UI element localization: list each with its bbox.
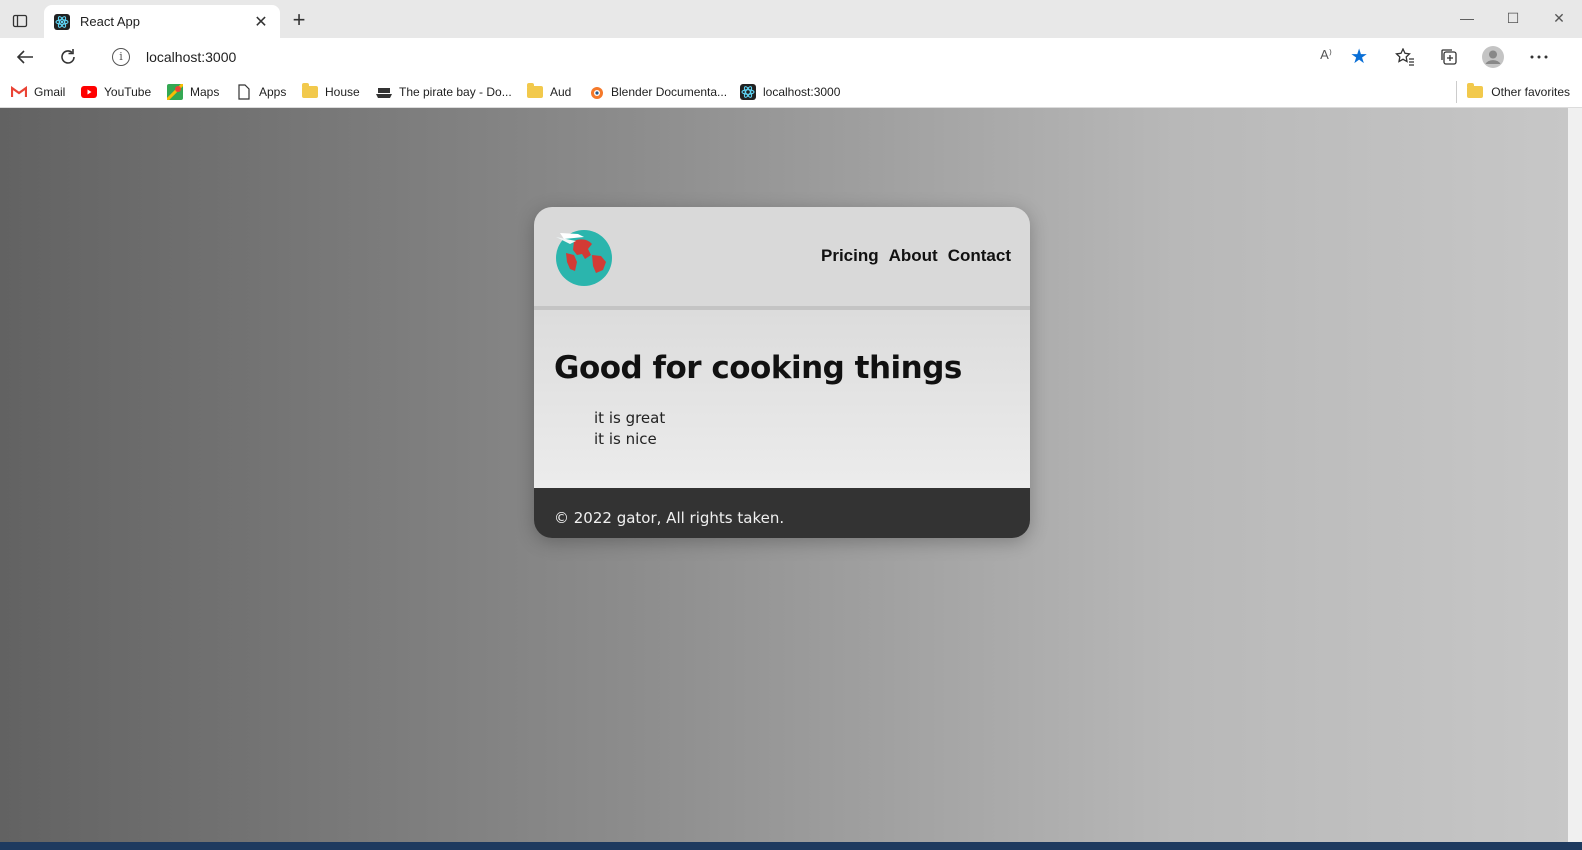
window-controls: — ☐ ✕ <box>1444 0 1582 36</box>
bookmark-blender[interactable]: Blender Documenta... <box>588 81 727 103</box>
bookmark-pirate-bay[interactable]: The pirate bay - Do... <box>376 81 512 103</box>
folder-icon <box>302 83 318 100</box>
new-tab-button[interactable]: + <box>288 9 310 32</box>
tab-strip: React App ✕ + — ☐ ✕ <box>0 0 1582 38</box>
list-item: it is nice <box>594 430 657 448</box>
window-bottom-edge <box>0 842 1582 850</box>
tab-react-app[interactable]: React App ✕ <box>44 5 280 38</box>
bookmark-label: House <box>325 85 360 99</box>
gmail-icon <box>11 84 27 100</box>
favorites-icon[interactable] <box>1394 46 1416 68</box>
nav-link-contact[interactable]: Contact <box>948 246 1011 266</box>
youtube-icon <box>81 84 97 100</box>
page-heading: Good for cooking things <box>554 350 962 386</box>
bookmarks-bar: Gmail YouTube Maps Apps House The pirate… <box>0 76 1582 108</box>
ship-icon <box>376 84 392 100</box>
url-text: localhost:3000 <box>146 49 237 65</box>
close-icon[interactable]: ✕ <box>1536 0 1582 36</box>
refresh-icon[interactable] <box>56 45 80 69</box>
list-item: it is great <box>594 409 666 427</box>
main-content: Good for cooking things it is great it i… <box>534 310 1030 488</box>
globe-logo-icon[interactable] <box>554 227 614 287</box>
scrollbar[interactable] <box>1568 108 1582 842</box>
folder-icon <box>1467 83 1484 98</box>
read-aloud-icon[interactable]: A⁾ <box>1320 47 1332 63</box>
site-header: Pricing About Contact <box>534 207 1030 310</box>
page-viewport: Pricing About Contact Good for cooking t… <box>0 108 1568 842</box>
copyright-text: © 2022 gator, All rights taken. <box>554 509 785 527</box>
tab-close-icon[interactable]: ✕ <box>252 12 270 32</box>
other-favorites-label: Other favorites <box>1491 85 1570 99</box>
content-card: Pricing About Contact Good for cooking t… <box>534 207 1030 538</box>
favorite-star-icon[interactable]: ★ <box>1350 44 1368 69</box>
tab-actions-icon[interactable] <box>10 11 30 31</box>
address-bar[interactable]: i localhost:3000 A⁾ ★ <box>98 41 1388 73</box>
bookmark-maps[interactable]: Maps <box>167 81 219 103</box>
collections-icon[interactable] <box>1438 46 1460 68</box>
feature-list: it is great it is nice <box>554 408 1010 450</box>
bookmark-label: Blender Documenta... <box>611 85 728 99</box>
react-icon <box>740 84 756 100</box>
bookmark-label: Gmail <box>34 85 66 99</box>
bookmark-gmail[interactable]: Gmail <box>11 81 65 103</box>
browser-toolbar: i localhost:3000 A⁾ ★ <box>0 38 1582 76</box>
bookmark-folder-house[interactable]: House <box>302 81 360 103</box>
tab-title: React App <box>80 14 140 29</box>
bookmark-folder-aud[interactable]: Aud <box>527 81 571 103</box>
bookmark-apps[interactable]: Apps <box>236 81 286 103</box>
site-nav: Pricing About Contact <box>821 246 1011 266</box>
bookmark-youtube[interactable]: YouTube <box>81 81 151 103</box>
minimize-icon[interactable]: — <box>1444 0 1490 36</box>
nav-link-about[interactable]: About <box>889 246 938 266</box>
bookmark-label: Maps <box>190 85 220 99</box>
nav-link-pricing[interactable]: Pricing <box>821 246 879 266</box>
bookmark-label: The pirate bay - Do... <box>399 85 512 99</box>
more-options-icon[interactable] <box>1528 46 1550 68</box>
site-info-icon[interactable]: i <box>112 48 130 66</box>
profile-avatar-icon[interactable] <box>1482 46 1504 68</box>
bookmark-label: localhost:3000 <box>763 85 841 99</box>
site-footer: © 2022 gator, All rights taken. <box>534 488 1030 538</box>
bookmark-label: Apps <box>259 85 287 99</box>
folder-icon <box>527 83 543 100</box>
maximize-icon[interactable]: ☐ <box>1490 0 1536 36</box>
maps-icon <box>167 84 183 100</box>
page-icon <box>236 84 252 100</box>
react-icon <box>54 13 70 30</box>
blender-icon <box>588 84 604 100</box>
bookmark-localhost[interactable]: localhost:3000 <box>740 81 840 103</box>
bookmark-label: Aud <box>550 85 572 99</box>
bookmark-label: YouTube <box>104 85 152 99</box>
other-favorites[interactable]: Other favorites <box>1456 81 1570 103</box>
back-arrow-icon[interactable] <box>13 45 37 69</box>
